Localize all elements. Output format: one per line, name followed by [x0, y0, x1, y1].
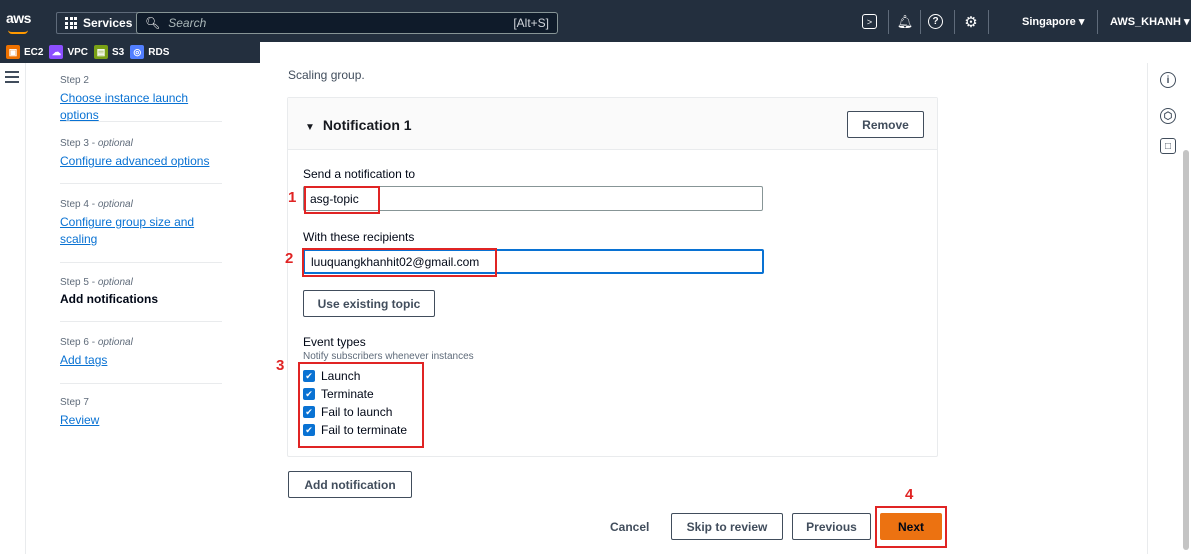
vpc-icon: ☁: [49, 45, 64, 59]
wizard-step-3: Step 3 - optional Configure advanced opt…: [60, 138, 230, 170]
step-link-choose-instance-launch-options[interactable]: Choose instance launch options: [60, 90, 230, 124]
add-notification-button[interactable]: Add notification: [288, 471, 412, 498]
divider: [888, 10, 889, 34]
use-existing-topic-button[interactable]: Use existing topic: [303, 290, 435, 317]
highlight-box-event-types: [298, 362, 424, 448]
highlight-box-recipients: [302, 248, 497, 277]
wizard-step-7: Step 7 Review: [60, 397, 230, 429]
divider: [60, 121, 222, 122]
wizard-step-2: Step 2 Choose instance launch options: [60, 75, 230, 124]
top-navigation-bar: aws Services 🔍︎ Search [Alt+S] > 🔔︎ ? ⚙ …: [0, 0, 1191, 42]
hexagon-settings-icon[interactable]: ⬡: [1160, 108, 1176, 124]
divider: [920, 10, 921, 34]
step-label: Step 3 - optional: [60, 138, 133, 149]
annotation-number: 2: [285, 250, 294, 267]
s3-icon: ▤: [94, 45, 109, 59]
ec2-icon: ▣: [6, 45, 20, 59]
step-link-add-tags[interactable]: Add tags: [60, 352, 230, 369]
section-description: Scaling group.: [288, 68, 365, 82]
step-link-review[interactable]: Review: [60, 412, 230, 429]
divider: [60, 321, 222, 322]
cancel-button[interactable]: Cancel: [610, 520, 649, 534]
aws-logo[interactable]: aws: [6, 10, 31, 26]
favorite-s3[interactable]: ▤ S3: [94, 45, 124, 59]
event-types-description: Notify subscribers whenever instances: [303, 351, 474, 362]
page-scrollbar[interactable]: [1183, 150, 1189, 550]
highlight-box-next: [875, 506, 947, 548]
hamburger-menu-icon[interactable]: [5, 71, 19, 86]
divider: [954, 10, 955, 34]
favorite-rds[interactable]: ◎ RDS: [130, 45, 169, 59]
send-notification-label: Send a notification to: [303, 167, 416, 181]
favorite-label: S3: [112, 46, 125, 58]
services-button[interactable]: Services: [56, 12, 142, 34]
side-navigation-toggle-rail: [0, 63, 26, 554]
search-input[interactable]: 🔍︎ Search [Alt+S]: [136, 12, 558, 34]
search-icon: 🔍︎: [145, 16, 161, 30]
grid-icon: [65, 17, 77, 29]
divider: [60, 383, 222, 384]
notification-title-text: Notification 1: [322, 117, 412, 133]
info-icon[interactable]: i: [1160, 72, 1176, 88]
bell-icon[interactable]: 🔔︎: [896, 13, 914, 31]
gear-icon[interactable]: ⚙: [962, 13, 980, 31]
recipients-label: With these recipients: [303, 230, 415, 244]
favorite-vpc[interactable]: ☁ VPC: [49, 45, 88, 59]
search-shortcut: [Alt+S]: [513, 16, 549, 30]
notification-panel-header[interactable]: ▼ Notification 1 Remove: [288, 98, 937, 150]
annotation-number: 3: [276, 357, 285, 374]
remove-button[interactable]: Remove: [847, 111, 924, 138]
favorite-label: RDS: [148, 46, 170, 58]
previous-button[interactable]: Previous: [792, 513, 871, 540]
favorite-label: VPC: [67, 46, 89, 58]
wizard-step-5: Step 5 - optional Add notifications: [60, 277, 230, 306]
skip-to-review-button[interactable]: Skip to review: [671, 513, 783, 540]
step-link-configure-group-size[interactable]: Configure group size and scaling: [60, 214, 230, 248]
favorites-bar: ▣ EC2 ☁ VPC ▤ S3 ◎ RDS: [0, 41, 260, 63]
highlight-box-topic: [304, 186, 380, 214]
divider: [1097, 10, 1098, 34]
aws-logo-smile: [8, 30, 28, 34]
step-label: Step 2: [60, 75, 89, 86]
wizard-step-6: Step 6 - optional Add tags: [60, 337, 230, 369]
event-types-label: Event types: [303, 335, 366, 349]
step-label: Step 7: [60, 397, 89, 408]
services-label: Services: [83, 16, 133, 30]
annotation-number: 1: [288, 189, 297, 206]
caret-down-icon: ▼: [305, 122, 315, 133]
step-label: Step 5 - optional: [60, 277, 133, 288]
feedback-icon[interactable]: □: [1160, 138, 1176, 154]
account-menu[interactable]: AWS_KHANH ▾: [1110, 15, 1189, 28]
favorite-label: EC2: [24, 46, 44, 58]
wizard-step-4: Step 4 - optional Configure group size a…: [60, 199, 230, 248]
rds-icon: ◎: [130, 45, 145, 59]
divider: [60, 262, 222, 263]
annotation-number: 4: [905, 486, 914, 503]
help-icon[interactable]: ?: [928, 14, 943, 29]
step-label: Step 6 - optional: [60, 337, 133, 348]
step-label: Step 4 - optional: [60, 199, 133, 210]
favorite-ec2[interactable]: ▣ EC2: [6, 45, 43, 59]
step-link-configure-advanced-options[interactable]: Configure advanced options: [60, 153, 230, 170]
divider: [988, 10, 989, 34]
header-row: aws Services 🔍︎ Search [Alt+S] > 🔔︎ ? ⚙ …: [0, 0, 1191, 40]
cloudshell-icon[interactable]: >: [862, 14, 877, 29]
current-step-add-notifications: Add notifications: [60, 292, 158, 306]
region-selector[interactable]: Singapore ▾: [1022, 15, 1084, 28]
notification-title[interactable]: ▼ Notification 1: [305, 117, 412, 133]
search-placeholder: Search: [168, 16, 207, 30]
divider: [60, 183, 222, 184]
